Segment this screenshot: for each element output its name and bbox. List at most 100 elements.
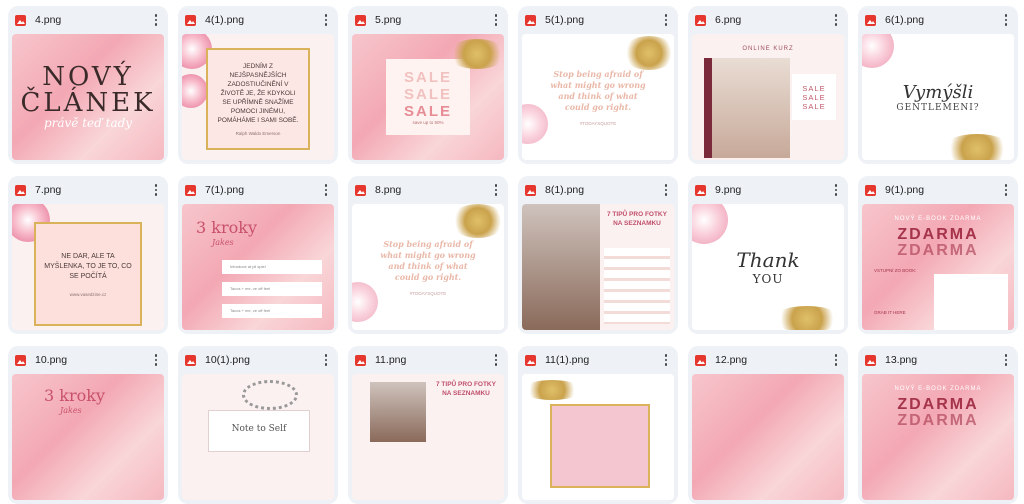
file-thumbnail[interactable]: Thank YOU [692, 204, 844, 330]
thumb-text: GRAB IT HERE [874, 310, 906, 315]
thumb-text: právě teď tady [43, 116, 133, 130]
image-file-icon [15, 14, 26, 26]
more-options-icon[interactable] [828, 182, 844, 198]
file-card[interactable]: 11(1).png [518, 346, 678, 504]
thumb-text: YOU [752, 272, 784, 286]
more-options-icon[interactable] [148, 182, 164, 198]
image-file-icon [15, 184, 26, 196]
file-card[interactable]: 6.png ONLINE KURZ SALE SALE SALE [688, 6, 848, 164]
thumb-text: #TODAYSQUOTE [409, 290, 447, 296]
file-thumbnail[interactable]: NOVÝ ČLÁNEK právě teď tady [12, 34, 164, 160]
image-file-icon [185, 14, 196, 26]
file-card[interactable]: 9.png Thank YOU [688, 176, 848, 334]
file-thumbnail[interactable]: ONLINE KURZ SALE SALE SALE [692, 34, 844, 160]
file-card-header: 5(1).png [518, 6, 678, 34]
more-options-icon[interactable] [658, 182, 674, 198]
more-options-icon[interactable] [658, 12, 674, 28]
file-name: 11(1).png [545, 354, 590, 366]
file-card[interactable]: 7(1).png 3 kroky Jakes Introduce at pil … [178, 176, 338, 334]
file-card[interactable]: 4(1).png JEDNÍM Z NEJŠPASNĚJŠÍCH ZADOSTI… [178, 6, 338, 164]
thumb-text: save up to 50% [412, 120, 444, 125]
file-thumbnail[interactable]: 7 TIPŮ PRO FOTKY NA SEZNAMKU [522, 204, 674, 330]
file-grid: 4.png NOVÝ ČLÁNEK právě teď tady 4(1).pn… [0, 0, 1024, 504]
file-name: 6(1).png [885, 14, 925, 26]
file-card-header: 11(1).png [518, 346, 678, 374]
photo-frame [550, 404, 650, 488]
file-card[interactable]: 10(1).png Note to Self [178, 346, 338, 504]
thumb-text: ZDARMA [897, 242, 979, 259]
file-thumbnail[interactable]: 3 kroky Jakes Introduce at pil spiel Tac… [182, 204, 334, 330]
image-file-icon [865, 184, 876, 196]
file-card[interactable]: 8.png Stop being afraid of what might go… [348, 176, 508, 334]
more-options-icon[interactable] [488, 12, 504, 28]
file-thumbnail[interactable] [522, 374, 674, 500]
more-options-icon[interactable] [998, 352, 1014, 368]
file-thumbnail[interactable]: NE DAR, ALE TA MYŠLENKA, TO JE TO, CO SE… [12, 204, 164, 330]
gold-decoration [522, 380, 582, 400]
more-options-icon[interactable] [488, 352, 504, 368]
file-card-header: 13.png [858, 346, 1018, 374]
file-thumbnail[interactable]: SALE SALE SALE save up to 50% [352, 34, 504, 160]
more-options-icon[interactable] [148, 352, 164, 368]
thumb-text: ONLINE KURZ [742, 46, 794, 52]
file-name: 10(1).png [205, 354, 250, 366]
more-options-icon[interactable] [998, 12, 1014, 28]
file-card[interactable]: 8(1).png 7 TIPŮ PRO FOTKY NA SEZNAMKU [518, 176, 678, 334]
file-thumbnail[interactable]: 7 TIPŮ PRO FOTKY NA SEZNAMKU [352, 374, 504, 500]
thumb-text: Note to Self [208, 410, 310, 452]
file-thumbnail[interactable]: Stop being afraid of what might go wrong… [522, 34, 674, 160]
file-thumbnail[interactable]: Note to Self [182, 374, 334, 500]
file-thumbnail[interactable]: NOVÝ E-BOOK ZDARMA ZDARMA ZDARMA VSTUPNÍ… [862, 204, 1014, 330]
thumb-text: Stop being afraid of what might go wrong… [550, 68, 646, 112]
file-thumbnail[interactable]: 3 kroky Jakes [12, 374, 164, 500]
file-card-header: 7(1).png [178, 176, 338, 204]
file-card-header: 8.png [348, 176, 508, 204]
file-thumbnail[interactable]: NOVÝ E-BOOK ZDARMA ZDARMA ZDARMA [862, 374, 1014, 500]
gold-decoration [622, 36, 674, 70]
thumb-text: Tacos + me, ve off feel [222, 282, 322, 296]
flower-decoration [182, 74, 208, 108]
more-options-icon[interactable] [488, 182, 504, 198]
more-options-icon[interactable] [658, 352, 674, 368]
thumb-text: NOVÝ E-BOOK ZDARMA [894, 386, 982, 392]
file-card[interactable]: 5.png SALE SALE SALE save up to 50% [348, 6, 508, 164]
thumb-text: Introduce at pil spiel [222, 260, 322, 274]
file-card[interactable]: 10.png 3 kroky Jakes [8, 346, 168, 504]
file-card[interactable]: 4.png NOVÝ ČLÁNEK právě teď tady [8, 6, 168, 164]
image-file-icon [355, 184, 366, 196]
file-card[interactable]: 11.png 7 TIPŮ PRO FOTKY NA SEZNAMKU [348, 346, 508, 504]
image-file-icon [695, 184, 706, 196]
thumb-text: NE DAR, ALE TA MYŠLENKA, TO JE TO, CO SE… [44, 252, 132, 280]
image-file-icon [695, 354, 706, 366]
file-thumbnail[interactable] [692, 374, 844, 500]
quote-frame: NE DAR, ALE TA MYŠLENKA, TO JE TO, CO SE… [34, 222, 142, 326]
more-options-icon[interactable] [828, 352, 844, 368]
more-options-icon[interactable] [318, 352, 334, 368]
file-card[interactable]: 13.png NOVÝ E-BOOK ZDARMA ZDARMA ZDARMA [858, 346, 1018, 504]
file-card[interactable]: 12.png [688, 346, 848, 504]
file-thumbnail[interactable]: Stop being afraid of what might go wrong… [352, 204, 504, 330]
image-file-icon [185, 184, 196, 196]
more-options-icon[interactable] [318, 182, 334, 198]
file-card[interactable]: 7.png NE DAR, ALE TA MYŠLENKA, TO JE TO,… [8, 176, 168, 334]
image-file-icon [355, 14, 366, 26]
file-thumbnail[interactable]: JEDNÍM Z NEJŠPASNĚJŠÍCH ZADOSTIUČINĚNÍ V… [182, 34, 334, 160]
more-options-icon[interactable] [828, 12, 844, 28]
file-card[interactable]: 9(1).png NOVÝ E-BOOK ZDARMA ZDARMA ZDARM… [858, 176, 1018, 334]
file-card[interactable]: 5(1).png Stop being afraid of what might… [518, 6, 678, 164]
file-name: 4(1).png [205, 14, 245, 26]
checklist [604, 248, 670, 324]
image-file-icon [525, 354, 536, 366]
file-card-header: 4.png [8, 6, 168, 34]
file-card-header: 6.png [688, 6, 848, 34]
more-options-icon[interactable] [998, 182, 1014, 198]
file-card-header: 9(1).png [858, 176, 1018, 204]
file-card[interactable]: 6(1).png Vymýšli GENTLEMENI? [858, 6, 1018, 164]
file-card-header: 6(1).png [858, 6, 1018, 34]
more-options-icon[interactable] [148, 12, 164, 28]
file-thumbnail[interactable]: Vymýšli GENTLEMENI? [862, 34, 1014, 160]
sale-box: SALE SALE SALE [792, 74, 836, 120]
sale-box: SALE SALE SALE save up to 50% [386, 59, 470, 135]
file-name: 7(1).png [205, 184, 245, 196]
more-options-icon[interactable] [318, 12, 334, 28]
